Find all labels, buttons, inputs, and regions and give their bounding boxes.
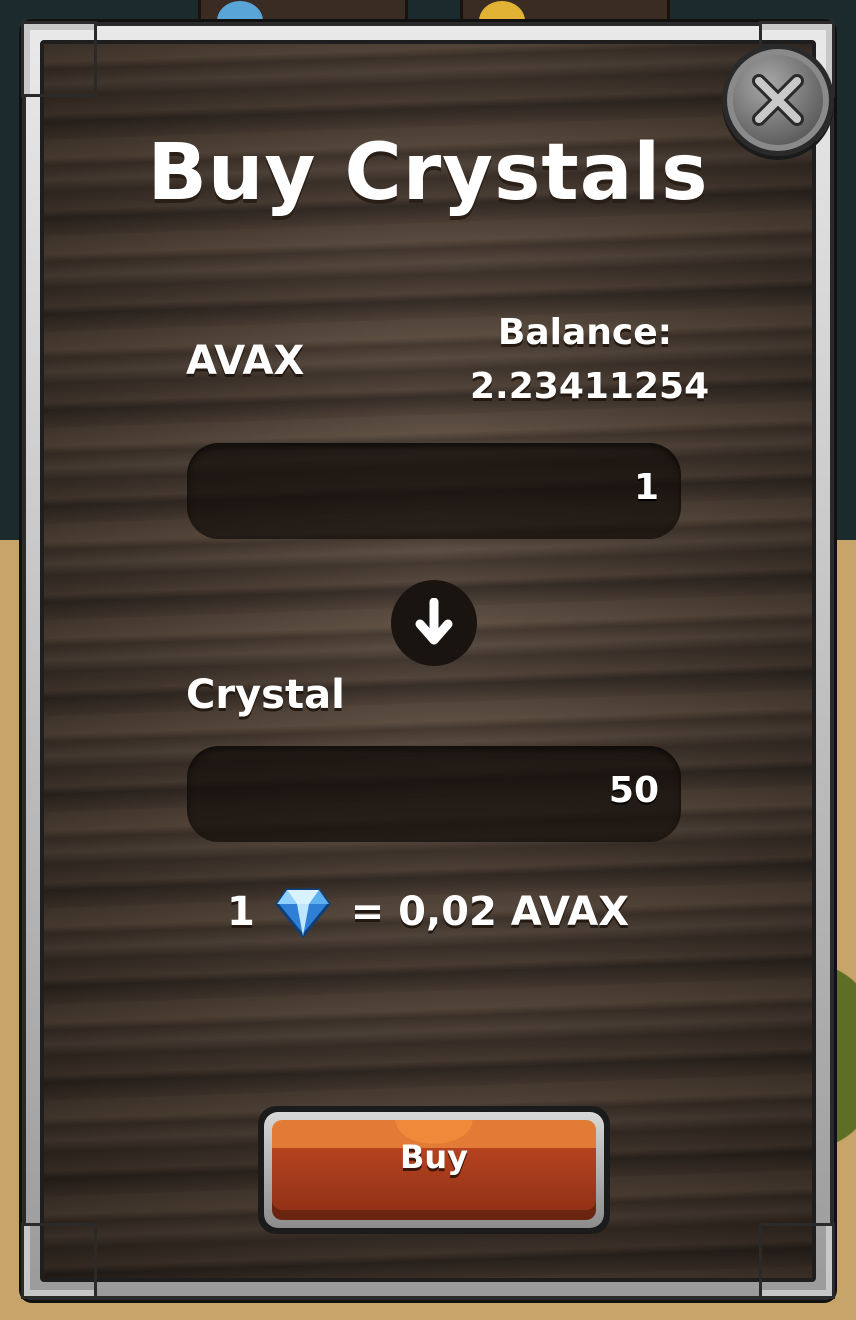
balance-label: Balance: [497, 312, 673, 353]
frame-corner-ornament [21, 1223, 97, 1299]
buy-button-frame: Buy [264, 1112, 604, 1228]
crystal-gem-icon [274, 888, 331, 938]
buy-button-face: Buy [272, 1120, 596, 1220]
exchange-rate: 1 = 0,02 AVAX [0, 886, 856, 938]
avax-amount-input[interactable]: 1 [187, 443, 681, 539]
dialog-title: Buy Crystals [147, 128, 709, 218]
source-currency-label: AVAX [186, 338, 305, 384]
frame-corner-ornament [759, 1223, 835, 1299]
swap-direction-indicator [391, 580, 477, 666]
crystal-amount-input[interactable]: 50 [187, 746, 681, 842]
balance-value: 2.23411254 [470, 366, 710, 407]
target-currency-label: Crystal [186, 672, 345, 718]
rate-left-value: 1 [226, 889, 255, 935]
buy-button-label: Buy [399, 1138, 469, 1176]
arrow-down-icon [415, 598, 453, 645]
close-x-icon [752, 74, 804, 126]
close-button[interactable] [722, 44, 834, 156]
frame-corner-ornament [21, 21, 97, 97]
rate-right-value: = 0,02 AVAX [350, 889, 630, 935]
buy-button[interactable]: Buy [258, 1106, 610, 1234]
